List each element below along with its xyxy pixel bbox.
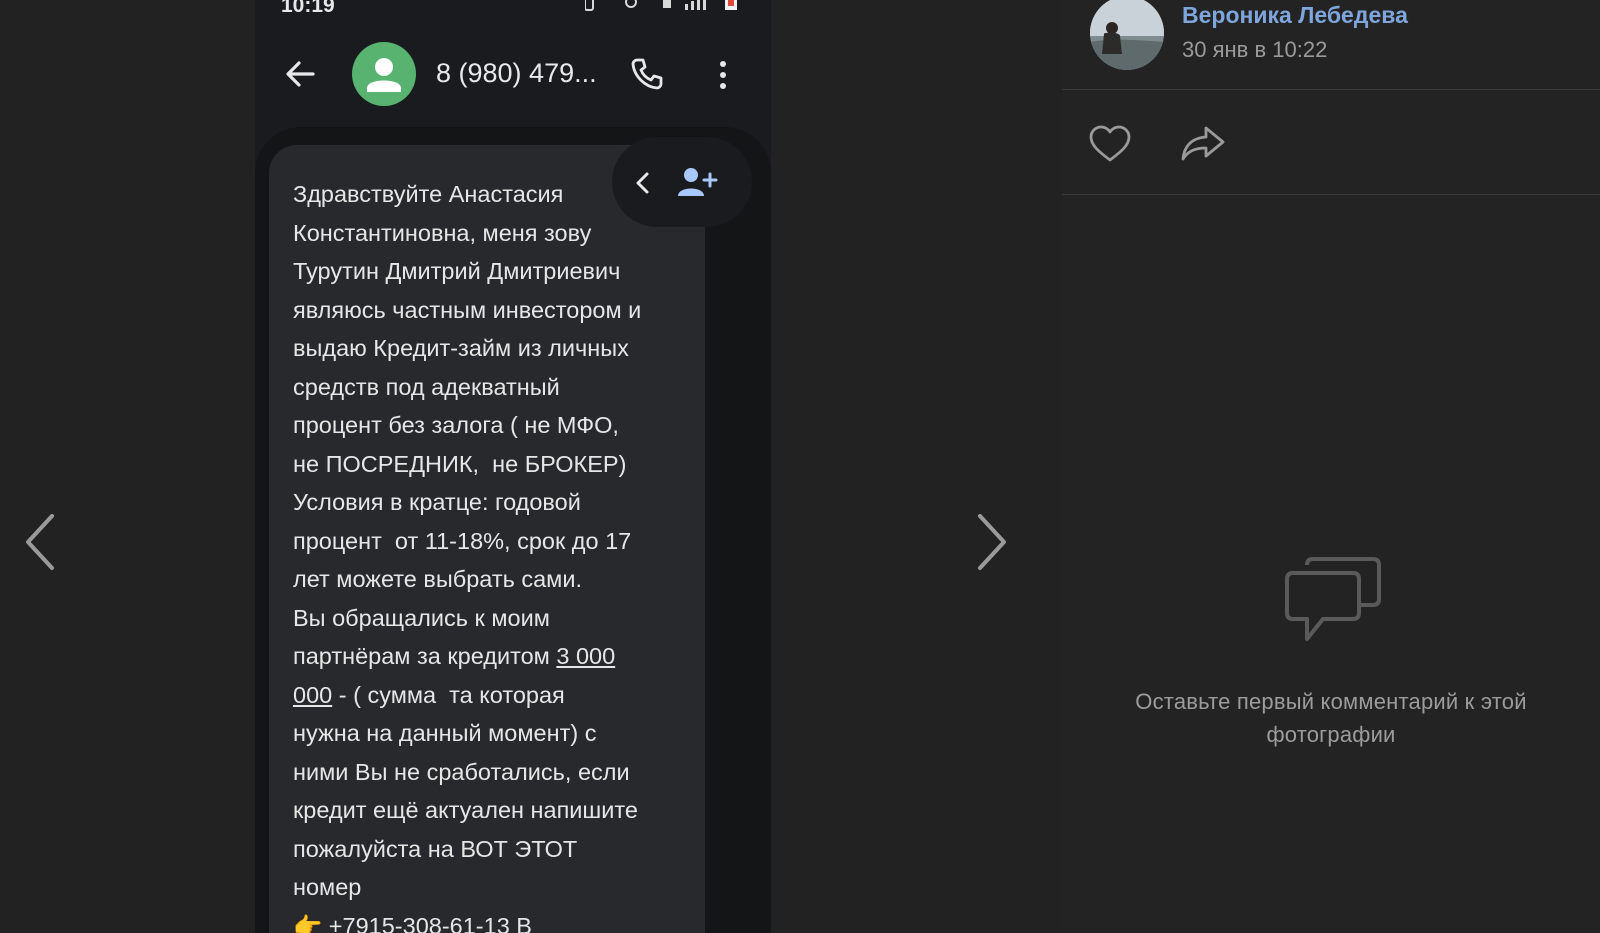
quick-actions-pill	[612, 137, 752, 227]
phone-screenshot: 10:19 8 (980) 479... Здравствуйте Анаста…	[255, 0, 771, 933]
post-date[interactable]: 30 янв в 10:22	[1182, 37, 1327, 63]
contact-avatar[interactable]	[352, 42, 416, 106]
phone-call-icon[interactable]	[629, 56, 665, 92]
message-bubble[interactable]: Здравствуйте Анастасия Константиновна, м…	[269, 145, 705, 933]
add-contact-icon[interactable]	[676, 165, 718, 199]
phone-number-link[interactable]: +7915-308-61-13	[329, 913, 510, 933]
message-line: процент без залога ( не МФО,	[293, 412, 619, 438]
message-line: партнёрам за кредитом	[293, 643, 557, 669]
back-arrow-icon[interactable]	[283, 56, 319, 92]
message-line: номер	[293, 874, 362, 900]
message-line: кредит ещё актуален напишите	[293, 797, 638, 823]
pointing-hand-icon: 👉	[293, 912, 323, 933]
message-line: нужна на данный момент) с	[293, 720, 597, 746]
status-time: 10:19	[281, 0, 335, 17]
message-text: Здравствуйте Анастасия Константиновна, м…	[293, 175, 713, 933]
amount-link[interactable]: 000	[293, 682, 332, 708]
status-icons	[584, 0, 745, 16]
message-line: средств под адекватный	[293, 373, 560, 400]
share-icon[interactable]	[1180, 124, 1226, 164]
message-line: Здравствуйте Анастасия	[293, 181, 564, 207]
message-line: Условия в кратце: годовой	[293, 489, 581, 515]
author-name[interactable]: Вероника Лебедева	[1182, 2, 1408, 29]
message-line: не ПОСРЕДНИК, не БРОКЕР)	[293, 450, 627, 477]
conversation-area: Здравствуйте Анастасия Константиновна, м…	[255, 127, 771, 933]
comments-icon	[1285, 557, 1381, 641]
amount-link[interactable]: 3 000	[556, 643, 615, 669]
message-line: Турутин Дмитрий Дмитриевич	[293, 258, 621, 284]
message-line: Вы обращались к моим	[293, 604, 550, 631]
message-line: пожалуйста на ВОТ ЭТОТ	[293, 835, 578, 862]
message-line: - ( сумма та которая	[332, 681, 565, 708]
author-row: Вероника Лебедева 30 янв в 10:22	[1062, 0, 1600, 90]
message-line: ними Вы не сработались, если	[293, 758, 630, 785]
post-side-panel: Вероника Лебедева 30 янв в 10:22 Оставьт…	[1062, 0, 1600, 933]
more-options-icon[interactable]	[715, 58, 731, 92]
empty-comments: Оставьте первый комментарий к этой фотог…	[1062, 555, 1600, 751]
message-line: процент от 11-18%, срок до 17	[293, 527, 632, 554]
chevron-right-icon[interactable]	[970, 510, 1010, 574]
empty-comments-text: Оставьте первый комментарий к этой фотог…	[1135, 689, 1527, 747]
message-line: выдаю Кредит-займ из личных	[293, 335, 629, 361]
message-line: В	[509, 912, 532, 933]
heart-icon[interactable]	[1088, 124, 1132, 164]
chevron-left-icon[interactable]	[22, 510, 62, 574]
chevron-left-icon[interactable]	[632, 169, 654, 197]
conversation-header: 8 (980) 479...	[255, 30, 771, 120]
message-line: являюсь частным инвестором и	[293, 296, 642, 323]
message-line: лет можете выбрать сами.	[293, 566, 582, 592]
author-avatar[interactable]	[1090, 0, 1164, 70]
message-line: Константиновна, меня зову	[293, 219, 592, 246]
photo-viewer: 10:19 8 (980) 479... Здравствуйте Анаста…	[0, 0, 1062, 933]
contact-name[interactable]: 8 (980) 479...	[436, 58, 597, 89]
post-actions	[1062, 90, 1600, 195]
